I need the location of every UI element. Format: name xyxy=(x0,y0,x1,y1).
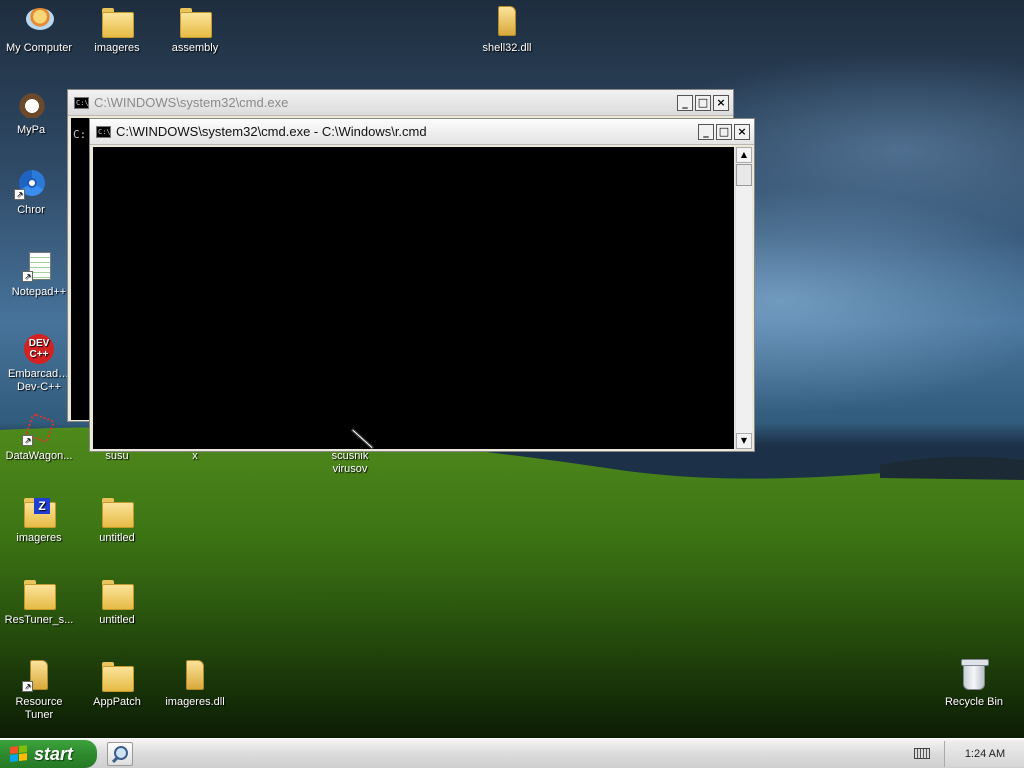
recycle-bin-icon xyxy=(961,659,989,690)
scroll-thumb[interactable] xyxy=(736,164,752,186)
taskbar: start 1:24 AM xyxy=(0,738,1024,768)
console-icon: C:\ xyxy=(74,97,89,109)
shortcut-arrow-icon: ↗ xyxy=(14,189,25,200)
system-tray: 1:24 AM xyxy=(944,741,1024,767)
windows-logo-icon xyxy=(10,745,28,763)
close-button[interactable]: × xyxy=(713,95,729,111)
desktop-icon-imageres-dll[interactable]: imageres.dll xyxy=(156,660,234,709)
start-label: start xyxy=(34,744,74,764)
desktop-icon-untitled-2[interactable]: untitled xyxy=(78,578,156,627)
folder-icon xyxy=(24,580,56,610)
shortcut-arrow-icon: ↗ xyxy=(22,681,33,692)
desktop-icon-recycle-bin[interactable]: Recycle Bin xyxy=(935,659,1013,709)
console-icon: C:\ xyxy=(96,126,111,138)
quick-launch-search-icon[interactable] xyxy=(107,742,133,766)
dll-file-icon xyxy=(186,660,204,690)
scroll-up-button[interactable]: ▲ xyxy=(736,147,752,163)
zip-badge-icon: Z xyxy=(34,498,50,514)
cmd-window-front[interactable]: C:\ C:\WINDOWS\system32\cmd.exe - C:\Win… xyxy=(89,118,755,452)
desktop-icon-restuner[interactable]: ResTuner_s... xyxy=(0,578,78,627)
minimize-button[interactable]: _ xyxy=(677,95,693,111)
minimize-button[interactable]: _ xyxy=(698,124,714,140)
folder-icon xyxy=(102,662,134,692)
desktop-icon-shell32-dll[interactable]: shell32.dll xyxy=(468,6,546,55)
devcpp-icon: DEV C++ xyxy=(24,334,54,364)
close-button[interactable]: × xyxy=(734,124,750,140)
shortcut-arrow-icon: ↗ xyxy=(22,435,33,446)
folder-icon xyxy=(102,8,134,38)
desktop-icon-mypaint[interactable]: MyPa xyxy=(0,88,70,137)
desktop-icon-my-computer[interactable]: My Computer xyxy=(0,6,78,55)
folder-icon xyxy=(102,580,134,610)
dll-file-icon xyxy=(498,6,516,36)
maximize-button[interactable]: □ xyxy=(716,124,732,140)
console-output[interactable] xyxy=(93,147,734,449)
desktop-icon-chrome[interactable]: ↗ Chror xyxy=(0,168,70,217)
desktop-icon-imageres-zip[interactable]: Z imageres xyxy=(0,496,78,545)
desktop-icon-untitled-1[interactable]: untitled xyxy=(78,496,156,545)
window-titlebar[interactable]: C:\ C:\WINDOWS\system32\cmd.exe _ □ × xyxy=(68,90,733,116)
folder-icon xyxy=(180,8,212,38)
vertical-scrollbar[interactable]: ▲ ▼ xyxy=(735,147,752,449)
console-text: C: xyxy=(73,128,87,141)
clock[interactable]: 1:24 AM xyxy=(945,741,1024,767)
scroll-down-button[interactable]: ▼ xyxy=(736,433,752,449)
window-title: C:\WINDOWS\system32\cmd.exe - C:\Windows… xyxy=(116,124,427,139)
start-button[interactable]: start xyxy=(0,740,97,768)
shortcut-arrow-icon: ↗ xyxy=(22,271,33,282)
desktop-icon-apppatch[interactable]: AppPatch xyxy=(78,660,156,709)
desktop-icon-imageres-folder[interactable]: imageres xyxy=(78,6,156,55)
maximize-button[interactable]: □ xyxy=(695,95,711,111)
keyboard-icon[interactable] xyxy=(914,748,930,759)
mypaint-icon xyxy=(18,88,46,118)
folder-icon xyxy=(102,498,134,528)
window-title: C:\WINDOWS\system32\cmd.exe xyxy=(94,95,289,110)
window-titlebar[interactable]: C:\ C:\WINDOWS\system32\cmd.exe - C:\Win… xyxy=(90,119,754,145)
desktop-icon-resource-tuner[interactable]: ↗ Resource Tuner xyxy=(0,660,78,722)
my-computer-icon xyxy=(26,8,54,30)
desktop-icon-assembly[interactable]: assembly xyxy=(156,6,234,55)
